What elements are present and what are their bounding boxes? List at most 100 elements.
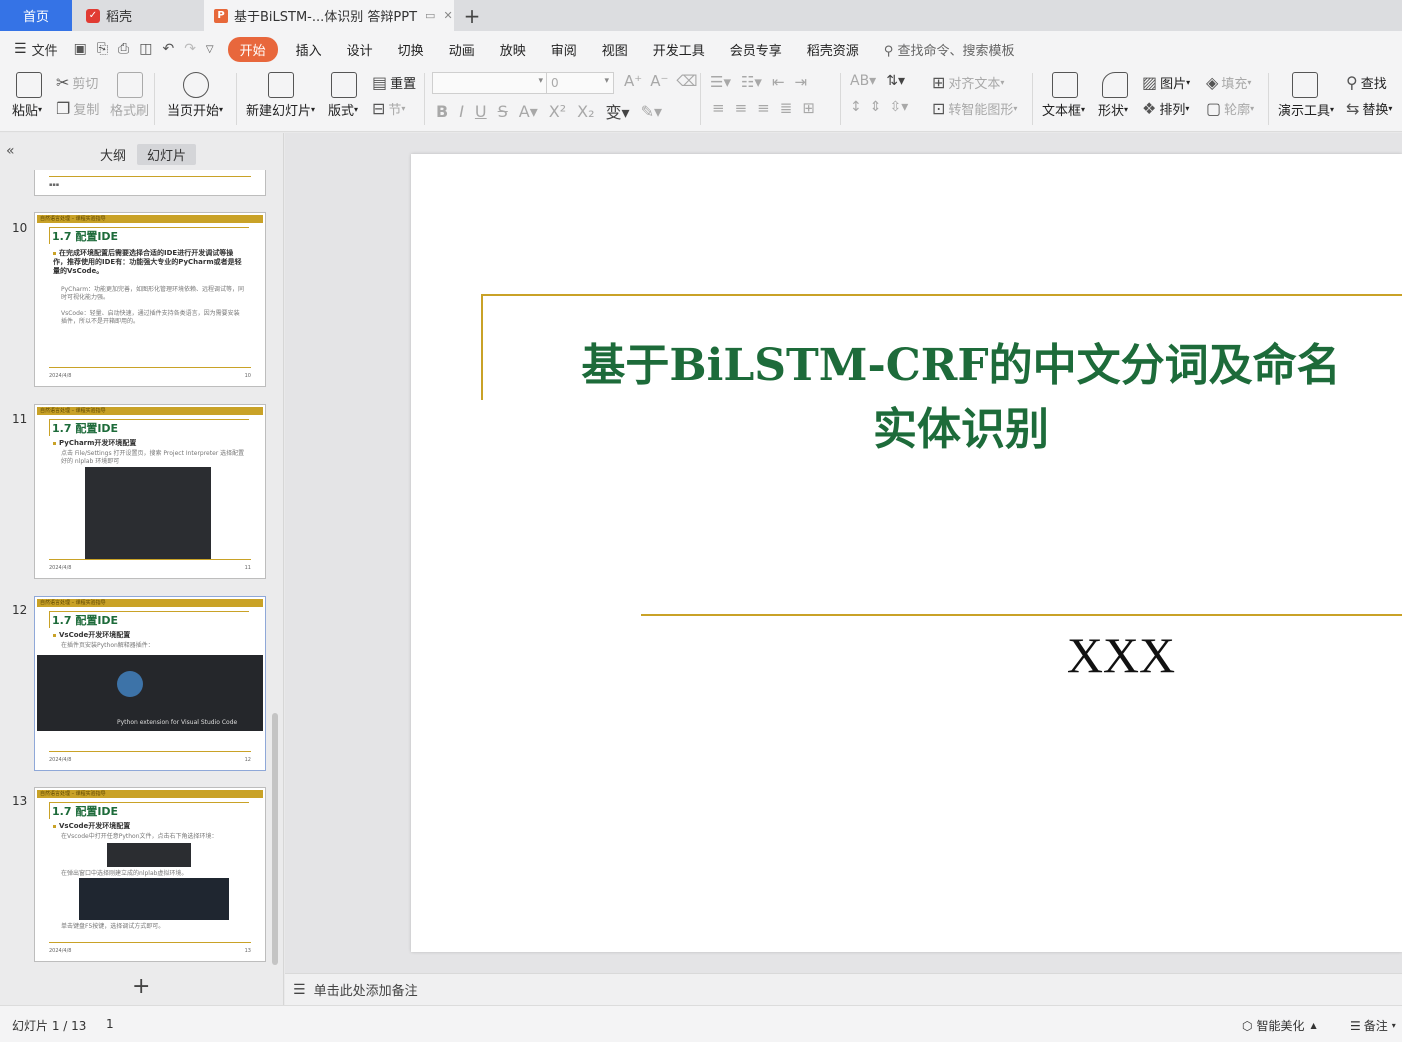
chevron-down-icon[interactable]: ▽ bbox=[206, 44, 214, 55]
subscript-icon[interactable]: X₂ bbox=[577, 102, 594, 121]
text-box-style-icon[interactable]: AB▾ bbox=[850, 73, 876, 89]
panel-scrollbar[interactable] bbox=[272, 713, 278, 965]
bold-icon[interactable]: B bbox=[436, 102, 448, 121]
notes-toggle-button[interactable]: ☰ 备注 ▾ bbox=[1350, 1017, 1396, 1034]
outdent-icon[interactable]: ⇤ bbox=[772, 73, 785, 91]
redo-icon[interactable]: ↷ bbox=[184, 41, 196, 57]
phonetic-icon[interactable]: 变▾ bbox=[606, 99, 630, 123]
menu-tab-transition[interactable]: 切换 bbox=[398, 40, 424, 59]
indent-icon[interactable]: ⇥ bbox=[795, 73, 808, 91]
font-shrink-icon[interactable]: A⁻ bbox=[650, 72, 668, 90]
menu-tab-member[interactable]: 会员专享 bbox=[730, 40, 782, 59]
line-spacing-icon[interactable]: ↕ bbox=[850, 99, 862, 115]
distribute-icon[interactable]: ⊞ bbox=[802, 99, 815, 117]
slide-thumbnail-12[interactable]: 自然语言处理 – 课程实验指导 1.7 配置IDE VsCode开发环境配置 在… bbox=[34, 596, 266, 771]
layout-icon[interactable] bbox=[331, 72, 357, 98]
numbered-list-icon[interactable]: ☷▾ bbox=[741, 73, 762, 91]
slide-thumbnail-13[interactable]: 自然语言处理 – 课程实验指导 1.7 配置IDE VsCode开发环境配置 在… bbox=[34, 787, 266, 962]
slide-title[interactable]: 基于BiLSTM-CRF的中文分词及命名 实体识别 bbox=[511, 334, 1402, 462]
picture-button[interactable]: ▨ 图片 ▾ bbox=[1142, 73, 1190, 92]
menu-tab-review[interactable]: 审阅 bbox=[551, 40, 577, 59]
smart-beautify-button[interactable]: ⬡ 智能美化 ▲ bbox=[1242, 1017, 1317, 1034]
replace-label: 替换 bbox=[1362, 103, 1389, 118]
menu-tab-animation[interactable]: 动画 bbox=[449, 40, 475, 59]
save-icon[interactable]: ▣ bbox=[74, 41, 87, 57]
fill-button[interactable]: ◈ 填充 ▾ bbox=[1206, 73, 1251, 92]
eraser-icon[interactable]: ⌫ bbox=[676, 72, 697, 90]
paste-icon[interactable] bbox=[16, 72, 42, 98]
window-icon[interactable]: ▭ bbox=[425, 9, 435, 22]
slide-thumbnail-10[interactable]: 自然语言处理 – 课程实验指导 1.7 配置IDE 在完成环境配置后需要选择合适… bbox=[34, 212, 266, 387]
underline-icon[interactable]: U bbox=[475, 102, 487, 121]
find-button[interactable]: ⚲ 查找 bbox=[1346, 73, 1387, 92]
paste-button[interactable]: 粘贴 ▾ bbox=[12, 100, 42, 119]
shape-icon[interactable] bbox=[1102, 72, 1128, 98]
outline-button[interactable]: ▢ 轮廓 ▾ bbox=[1206, 99, 1254, 118]
slide-thumbnail-9[interactable]: ▪▪▪ bbox=[34, 170, 266, 196]
undo-icon[interactable]: ↶ bbox=[162, 41, 174, 57]
format-painter-button[interactable]: 格式刷 bbox=[110, 100, 149, 119]
new-slide-button[interactable]: 新建幻灯片 ▾ bbox=[246, 100, 315, 119]
menu-tab-developer[interactable]: 开发工具 bbox=[653, 40, 705, 59]
menu-tab-daoke-resources[interactable]: 稻壳资源 bbox=[807, 40, 859, 59]
export-icon[interactable]: ⎘ bbox=[97, 41, 108, 57]
align-left-icon[interactable]: ≡ bbox=[712, 99, 725, 117]
superscript-icon[interactable]: X² bbox=[549, 102, 566, 121]
print-icon[interactable]: ⎙ bbox=[118, 41, 129, 57]
tab-home[interactable]: 首页 bbox=[0, 0, 72, 31]
preview-icon[interactable]: ◫ bbox=[139, 41, 152, 57]
arrange-button[interactable]: ❖ 排列 ▾ bbox=[1142, 99, 1189, 118]
add-slide-button[interactable]: + bbox=[132, 974, 150, 999]
command-search[interactable]: ⚲ 查找命令、搜索模板 bbox=[884, 40, 1015, 59]
textbox-icon[interactable] bbox=[1052, 72, 1078, 98]
bullet-list-icon[interactable]: ☰▾ bbox=[710, 73, 731, 91]
file-menu[interactable]: ☰ 文件 bbox=[14, 40, 58, 59]
smart-shape-button[interactable]: ⊡ 转智能图形 ▾ bbox=[932, 99, 1017, 118]
play-icon[interactable] bbox=[183, 72, 209, 98]
from-current-button[interactable]: 当页开始 ▾ bbox=[167, 100, 223, 119]
collapse-panel-icon[interactable]: « bbox=[6, 143, 15, 159]
present-tools-icon[interactable] bbox=[1292, 72, 1318, 98]
strikethrough-icon[interactable]: S bbox=[498, 102, 508, 121]
sort-icon[interactable]: ⇅▾ bbox=[886, 73, 905, 89]
cut-button[interactable]: ✂ 剪切 bbox=[56, 73, 98, 92]
font-size-select[interactable]: 0 ▾ bbox=[546, 72, 614, 94]
menu-tab-insert[interactable]: 插入 bbox=[296, 40, 322, 59]
close-tab-icon[interactable]: ✕ bbox=[443, 9, 452, 22]
section-button[interactable]: ⊟ 节 ▾ bbox=[372, 99, 405, 118]
reset-button[interactable]: ▤ 重置 bbox=[372, 73, 416, 92]
menu-tab-view[interactable]: 视图 bbox=[602, 40, 628, 59]
arrange-icon: ❖ bbox=[1142, 99, 1157, 118]
textbox-button[interactable]: 文本框 ▾ bbox=[1042, 100, 1085, 119]
align-text-button[interactable]: ⊞ 对齐文本 ▾ bbox=[932, 73, 1004, 92]
new-slide-icon[interactable] bbox=[268, 72, 294, 98]
highlight-icon[interactable]: ✎▾ bbox=[641, 102, 662, 121]
notes-pane[interactable]: ☰ 单击此处添加备注 bbox=[285, 973, 1402, 1005]
slide-thumbnail-11[interactable]: 自然语言处理 – 课程实验指导 1.7 配置IDE PyCharm开发环境配置 … bbox=[34, 404, 266, 579]
current-slide[interactable]: 基于BiLSTM-CRF的中文分词及命名 实体识别 XXX bbox=[411, 154, 1402, 952]
replace-button[interactable]: ⇆ 替换 ▾ bbox=[1346, 99, 1392, 118]
tab-daoke[interactable]: ✓ 稻壳 bbox=[76, 0, 200, 31]
copy-button[interactable]: ❐ 复制 bbox=[56, 99, 99, 118]
new-tab-button[interactable]: + bbox=[460, 0, 484, 31]
menu-tab-slideshow[interactable]: 放映 bbox=[500, 40, 526, 59]
tab-outline[interactable]: 大纲 bbox=[90, 144, 136, 165]
slide-author[interactable]: XXX bbox=[1051, 626, 1191, 684]
tab-document[interactable]: P 基于BiLSTM-...体识别 答辩PPT ▭ ✕ bbox=[204, 0, 454, 31]
layout-button[interactable]: 版式 ▾ bbox=[328, 100, 358, 119]
font-color-icon[interactable]: A▾ bbox=[519, 102, 538, 121]
menu-tab-start[interactable]: 开始 bbox=[227, 36, 278, 62]
align-right-icon[interactable]: ≡ bbox=[757, 99, 770, 117]
spacing-menu-icon[interactable]: ⇳▾ bbox=[889, 99, 908, 115]
font-grow-icon[interactable]: A⁺ bbox=[624, 72, 642, 90]
menu-tab-design[interactable]: 设计 bbox=[347, 40, 373, 59]
format-painter-icon[interactable] bbox=[117, 72, 143, 98]
italic-icon[interactable]: I bbox=[459, 102, 464, 121]
justify-icon[interactable]: ≣ bbox=[780, 99, 793, 117]
align-center-icon[interactable]: ≡ bbox=[735, 99, 748, 117]
para-spacing-icon[interactable]: ⇕ bbox=[870, 99, 882, 115]
font-family-select[interactable]: ▾ bbox=[432, 72, 548, 94]
tab-slides[interactable]: 幻灯片 bbox=[137, 144, 197, 165]
present-tools-button[interactable]: 演示工具 ▾ bbox=[1278, 100, 1334, 119]
shape-button[interactable]: 形状 ▾ bbox=[1098, 100, 1128, 119]
